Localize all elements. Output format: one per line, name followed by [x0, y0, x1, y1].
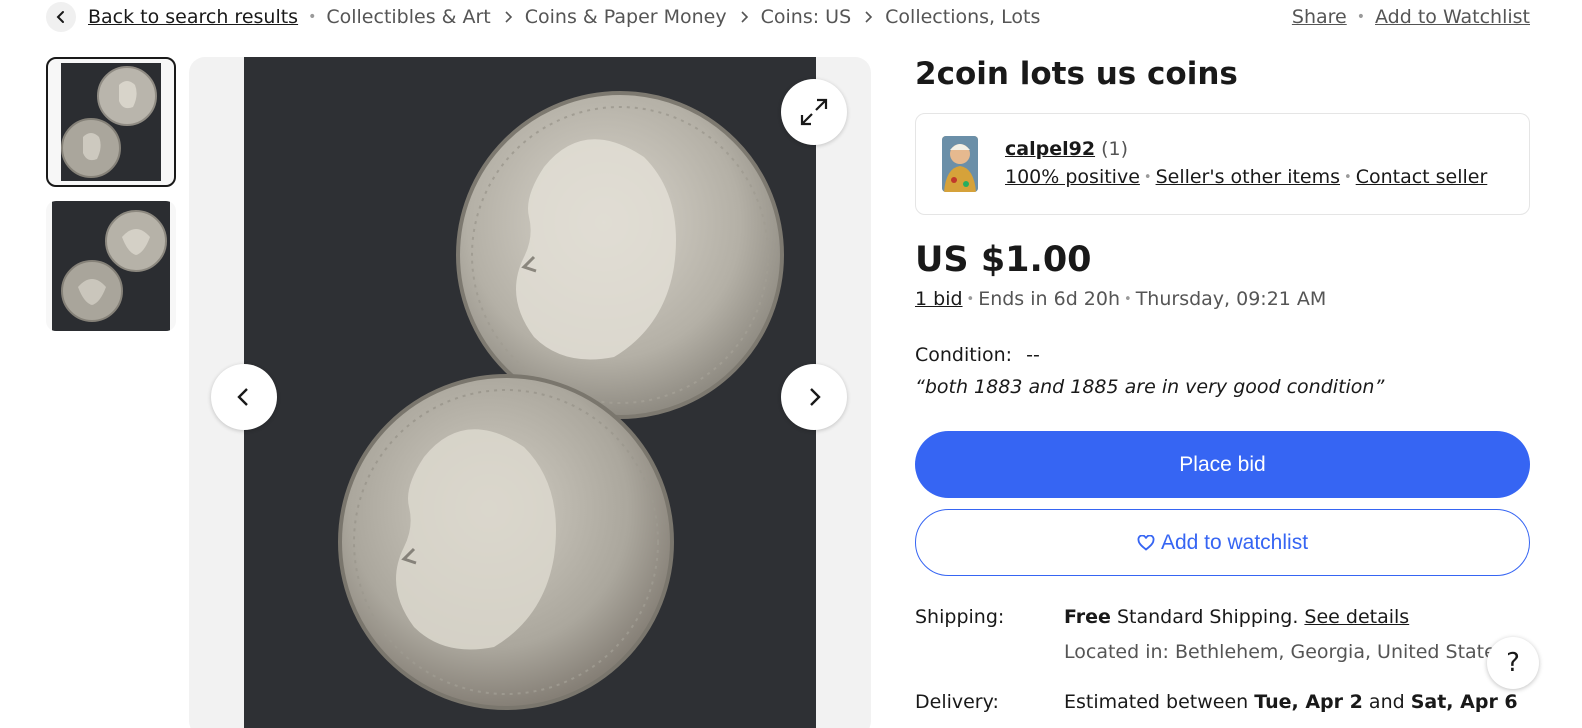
current-price: US $1.00	[915, 240, 1092, 280]
free-shipping-text: Free	[1064, 606, 1111, 628]
contact-seller-link[interactable]: Contact seller	[1356, 166, 1488, 188]
separator-dot: •	[966, 291, 975, 307]
thumbnail-2[interactable]	[46, 201, 176, 331]
place-bid-label: Place bid	[1179, 452, 1266, 476]
heart-icon	[1137, 534, 1155, 551]
back-button[interactable]	[46, 2, 76, 32]
delivery-end-date: Sat, Apr 6	[1410, 691, 1518, 713]
condition-row: Condition: --	[915, 344, 1040, 366]
chevron-right-icon	[503, 10, 513, 24]
delivery-start-date: Tue, Apr 2	[1254, 691, 1363, 713]
chevron-right-icon	[863, 10, 873, 24]
back-to-search-link[interactable]: Back to search results	[88, 6, 298, 28]
see-details-link[interactable]: See details	[1304, 606, 1409, 628]
delivery-value: Estimated between Tue, Apr 2 and Sat, Ap…	[1064, 691, 1518, 713]
end-time-text: Thursday, 09:21 AM	[1135, 288, 1327, 310]
previous-image-button[interactable]	[211, 364, 277, 430]
thumbnail-1[interactable]	[46, 57, 176, 187]
top-actions: Share • Add to Watchlist	[1292, 0, 1530, 34]
main-coin-photo	[244, 57, 816, 728]
shipping-value: Free Standard Shipping. See details	[1064, 606, 1409, 628]
breadcrumb-item-coins-us[interactable]: Coins: US	[761, 6, 852, 28]
separator-dot: •	[1124, 291, 1132, 307]
add-to-watchlist-link[interactable]: Add to Watchlist	[1375, 6, 1530, 28]
separator-dot: •	[1143, 169, 1152, 185]
listing-title: 2coin lots us coins	[915, 56, 1238, 92]
item-location: Located in: Bethlehem, Georgia, United S…	[1064, 641, 1506, 663]
chevron-right-icon	[739, 10, 749, 24]
chevron-left-icon	[237, 388, 248, 406]
shipping-label: Shipping:	[915, 606, 1005, 628]
shipping-method: Standard Shipping.	[1116, 606, 1299, 628]
share-link[interactable]: Share	[1292, 6, 1347, 28]
delivery-and: and	[1368, 691, 1405, 713]
help-button[interactable]: ?	[1487, 637, 1539, 689]
seller-feedback-count: (1)	[1101, 138, 1129, 160]
chevron-left-icon	[56, 11, 64, 23]
delivery-label: Delivery:	[915, 691, 999, 713]
condition-value: --	[1026, 344, 1040, 366]
coin-thumbnail-image	[61, 63, 161, 181]
next-image-button[interactable]	[781, 364, 847, 430]
expand-icon	[800, 98, 828, 126]
separator-dot: •	[1344, 169, 1352, 185]
seller-other-items-link[interactable]: Seller's other items	[1156, 166, 1340, 188]
chevron-right-icon	[810, 388, 821, 406]
coin-thumbnail-image	[52, 201, 170, 331]
bid-info: 1 bid • Ends in 6d 20h • Thursday, 09:21…	[915, 288, 1326, 310]
place-bid-button[interactable]: Place bid	[915, 431, 1530, 498]
breadcrumb: Back to search results • Collectibles & …	[46, 0, 1040, 34]
condition-label: Condition:	[915, 344, 1013, 366]
expand-image-button[interactable]	[781, 79, 847, 145]
help-icon: ?	[1506, 648, 1520, 678]
add-to-watchlist-label: Add to watchlist	[1160, 530, 1309, 554]
seller-card: calpel92 (1) 100% positive • Seller's ot…	[915, 113, 1530, 215]
delivery-prefix: Estimated between	[1064, 691, 1249, 713]
breadcrumb-item-coins-paper-money[interactable]: Coins & Paper Money	[525, 6, 727, 28]
add-to-watchlist-button[interactable]: Add to watchlist	[915, 509, 1530, 576]
seller-positive-link[interactable]: 100% positive	[1005, 166, 1140, 188]
ends-in-text: Ends in 6d 20h	[978, 288, 1121, 310]
separator-dot: •	[308, 9, 317, 25]
seller-condition-note: “both 1883 and 1885 are in very good con…	[915, 376, 1385, 398]
seller-links-row: 100% positive • Seller's other items • C…	[1005, 166, 1487, 188]
separator-dot: •	[1356, 9, 1365, 25]
breadcrumb-item-collections-lots[interactable]: Collections, Lots	[885, 6, 1040, 28]
main-image-viewer	[189, 57, 871, 728]
seller-name-link[interactable]: calpel92	[1005, 138, 1095, 160]
seller-avatar[interactable]	[942, 136, 978, 192]
seller-name-row: calpel92 (1)	[1005, 138, 1128, 160]
bid-count-link[interactable]: 1 bid	[915, 288, 963, 310]
breadcrumb-item-collectibles[interactable]: Collectibles & Art	[326, 6, 490, 28]
